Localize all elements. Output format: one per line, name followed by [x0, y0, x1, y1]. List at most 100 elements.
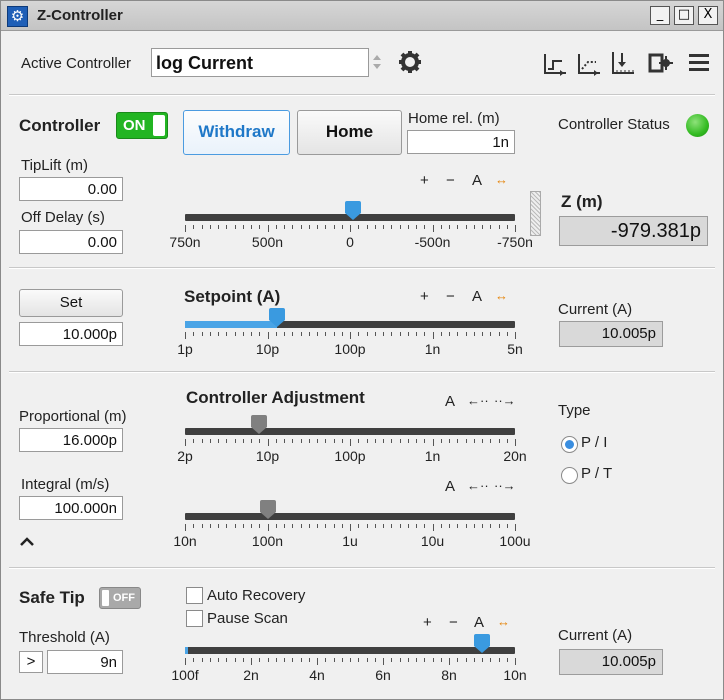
slider-thumb[interactable]: [251, 415, 268, 435]
int-auto-button[interactable]: A: [445, 478, 455, 495]
safetip-range-icon[interactable]: ↔: [497, 614, 510, 629]
safetip-minus-button[interactable]: −: [449, 614, 458, 631]
z-slider-minus-button[interactable]: −: [446, 172, 455, 189]
int-left-arrow-icon[interactable]: ←··: [467, 478, 489, 493]
safetip-plus-button[interactable]: +: [423, 614, 432, 631]
threshold-field[interactable]: 9n: [47, 650, 123, 674]
slider-track[interactable]: [185, 513, 515, 520]
slider-track[interactable]: [185, 428, 515, 435]
slider-minor-tick: [473, 225, 475, 229]
setpoint-auto-button[interactable]: A: [472, 288, 482, 305]
slider-minor-tick: [424, 524, 426, 528]
slider-minor-tick: [391, 439, 393, 443]
collapse-chevron-icon[interactable]: [19, 534, 35, 550]
maximize-button[interactable]: □: [674, 6, 694, 25]
withdraw-button[interactable]: Withdraw: [183, 110, 290, 155]
slider-minor-tick: [333, 658, 335, 662]
slider-tick-label: 750n: [169, 234, 201, 250]
minimize-button[interactable]: _: [650, 6, 670, 25]
setpoint-plus-button[interactable]: +: [420, 288, 429, 305]
select-spinner-icon[interactable]: [370, 51, 384, 73]
controller-toggle[interactable]: ON: [116, 112, 168, 139]
slider-thumb[interactable]: [345, 201, 362, 221]
off-delay-field[interactable]: 0.00: [19, 230, 123, 254]
slider-minor-tick: [383, 524, 384, 528]
home-rel-field[interactable]: 1n: [407, 130, 515, 154]
threshold-slider[interactable]: 100f 2n 4n 6n 8n 10n: [171, 634, 527, 694]
slider-minor-tick: [218, 332, 219, 336]
graph-ramp-icon[interactable]: [576, 51, 602, 77]
prop-right-arrow-icon[interactable]: ··→: [494, 393, 516, 408]
slider-minor-tick: [383, 439, 384, 443]
setpoint-field[interactable]: 10.000p: [19, 322, 123, 346]
slider-thumb[interactable]: [259, 500, 276, 520]
slider-minor-tick: [399, 439, 401, 443]
type-pi-radio[interactable]: [561, 436, 578, 453]
module-settings-icon[interactable]: [647, 51, 673, 75]
menu-icon[interactable]: [687, 51, 711, 73]
slider-minor-tick: [218, 524, 219, 528]
z-position-slider[interactable]: 750n 500n 0 -500n -750n: [169, 191, 533, 251]
type-pt-radio[interactable]: [561, 467, 578, 484]
slider-minor-tick: [449, 524, 450, 528]
proportional-field[interactable]: 16.000p: [19, 428, 123, 452]
slider-minor-tick: [498, 332, 500, 336]
type-pi-label: P / I: [581, 434, 608, 451]
graph-step-icon[interactable]: [542, 51, 568, 77]
set-button[interactable]: Set: [19, 289, 123, 317]
z-slider-range-icon[interactable]: ↔: [495, 172, 508, 187]
pause-scan-checkbox[interactable]: [186, 610, 203, 627]
slider-minor-tick: [457, 524, 459, 528]
int-right-arrow-icon[interactable]: ··→: [494, 478, 516, 493]
slider-minor-tick: [374, 524, 376, 528]
slider-minor-tick: [366, 524, 368, 528]
settings-gear-icon[interactable]: [398, 50, 422, 74]
setpoint-range-icon[interactable]: ↔: [495, 288, 508, 303]
setpoint-minus-button[interactable]: −: [446, 288, 455, 305]
auto-recovery-checkbox[interactable]: [186, 587, 203, 604]
z-slider-auto-button[interactable]: A: [472, 172, 482, 189]
slider-minor-tick: [449, 439, 450, 443]
setpoint-current-label: Current (A): [558, 301, 633, 318]
slider-minor-tick: [209, 332, 211, 336]
slider-minor-tick: [234, 524, 236, 528]
slider-minor-tick: [482, 332, 483, 336]
integral-field[interactable]: 100.000n: [19, 496, 123, 520]
slider-minor-tick: [251, 225, 252, 229]
slider-minor-tick: [374, 225, 376, 229]
prop-auto-button[interactable]: A: [445, 393, 455, 410]
slider-major-tick: [267, 524, 269, 531]
tiplift-field[interactable]: 0.00: [19, 177, 123, 201]
slider-minor-tick: [482, 658, 483, 662]
slider-minor-tick: [416, 439, 417, 443]
slider-major-tick: [515, 524, 516, 531]
integral-slider[interactable]: 10n 100n 1u 10u 100u: [173, 498, 531, 558]
setpoint-slider[interactable]: 1p 10p 100p 1n 5n: [177, 307, 523, 367]
home-button[interactable]: Home: [297, 110, 402, 155]
slider-minor-tick: [506, 439, 508, 443]
slider-minor-tick: [226, 225, 228, 229]
slider-minor-tick: [317, 332, 318, 336]
slider-thumb[interactable]: [269, 308, 286, 328]
slider-minor-tick: [416, 225, 417, 229]
threshold-operator[interactable]: >: [19, 651, 43, 673]
z-slider-plus-button[interactable]: +: [420, 172, 429, 189]
slider-minor-tick: [234, 225, 236, 229]
slider-minor-tick: [374, 332, 376, 336]
title-bar: ⚙ Z-Controller _ □ X: [1, 1, 723, 31]
proportional-slider[interactable]: 2p 10p 100p 1n 20n: [177, 413, 527, 473]
close-button[interactable]: X: [698, 6, 718, 25]
slider-thumb[interactable]: [474, 634, 490, 654]
slider-major-tick: [449, 658, 450, 665]
slider-minor-tick: [341, 524, 343, 528]
graph-down-icon[interactable]: [610, 49, 636, 77]
safe-tip-toggle[interactable]: OFF: [99, 587, 141, 609]
prop-left-arrow-icon[interactable]: ←··: [467, 393, 489, 408]
slider-minor-tick: [193, 225, 195, 229]
slider-fill: [185, 321, 278, 328]
slider-track[interactable]: [185, 647, 515, 654]
slider-minor-tick: [506, 524, 508, 528]
safetip-auto-button[interactable]: A: [474, 614, 484, 631]
slider-minor-tick: [251, 439, 252, 443]
active-controller-select[interactable]: log Current: [151, 48, 369, 77]
